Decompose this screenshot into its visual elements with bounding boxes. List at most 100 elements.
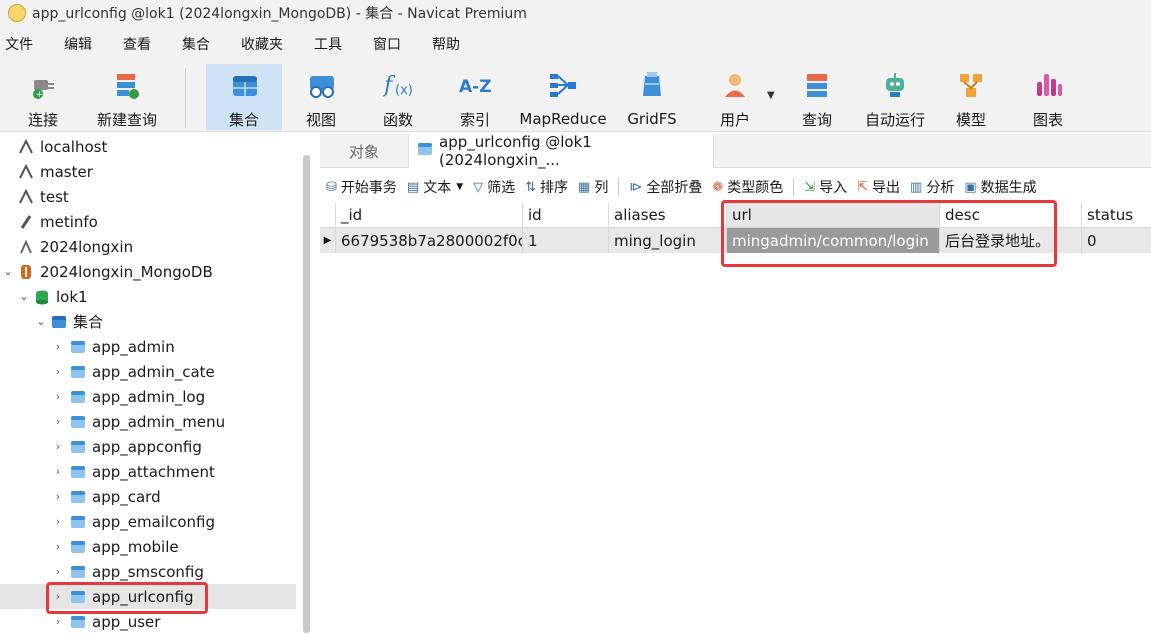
columns-button[interactable]: ▦ 列 (578, 177, 608, 197)
tab-app-urlconfig[interactable]: app_urlconfig @lok1 (2024longxin_... (408, 133, 714, 169)
view-button[interactable]: 视图 (296, 64, 346, 130)
model-icon (955, 68, 987, 101)
tree-item-collections[interactable]: ⌄ 集合 (0, 309, 296, 334)
mapreduce-icon (547, 68, 579, 102)
collection-table-icon (70, 514, 86, 530)
column-header-url[interactable]: url (727, 203, 940, 228)
query-button[interactable]: 查询 (792, 64, 842, 130)
database-icon (34, 289, 50, 305)
tree-item-2024longxin-mongodb[interactable]: ⌄ 2024longxin_MongoDB (0, 259, 296, 284)
chart-icon (1032, 68, 1064, 101)
chevron-right-icon[interactable]: › (52, 515, 64, 528)
sort-button[interactable]: ⇅ 排序 (525, 177, 568, 197)
chevron-right-icon[interactable]: › (52, 365, 64, 378)
collection-button[interactable]: 集合 (206, 64, 282, 130)
tree-item-test[interactable]: test (0, 184, 296, 209)
menu-help[interactable]: 帮助 (432, 34, 460, 54)
tree-item-collection[interactable]: › app_emailconfig (0, 509, 296, 534)
function-button[interactable]: f (x) 函数 (373, 64, 423, 130)
chevron-right-icon[interactable]: › (52, 540, 64, 553)
menu-collection[interactable]: 集合 (182, 34, 210, 54)
new-query-button[interactable]: 新建查询 (92, 64, 162, 130)
chevron-down-icon[interactable]: ⌄ (2, 265, 14, 278)
tree-item-localhost[interactable]: localhost (0, 134, 296, 159)
automation-button[interactable]: 自动运行 (860, 64, 930, 130)
data-generation-button[interactable]: ▣ 数据生成 (964, 177, 1036, 197)
menu-window[interactable]: 窗口 (373, 34, 401, 54)
menu-tools[interactable]: 工具 (314, 34, 342, 54)
color-circles-icon: ❁ (712, 179, 724, 195)
collapse-all-button[interactable]: ⧐ 全部折叠 (629, 177, 702, 197)
cell-status[interactable]: 0 (1082, 228, 1151, 253)
column-header-desc[interactable]: desc (940, 203, 1082, 228)
svg-text:A-Z: A-Z (459, 77, 491, 97)
tree-item-collection[interactable]: › app_user (0, 609, 296, 634)
document-icon: ▤ (406, 179, 420, 195)
begin-transaction-button[interactable]: ⛁ 开始事务 (326, 177, 397, 197)
column-header-aliases[interactable]: aliases (609, 203, 727, 228)
filter-button[interactable]: ▽ 筛选 (473, 177, 515, 197)
chevron-down-icon[interactable]: ⌄ (18, 290, 30, 303)
tree-item-metinfo[interactable]: metinfo (0, 209, 296, 234)
user-dropdown-arrow-icon[interactable]: ▼ (767, 90, 775, 101)
chevron-right-icon[interactable]: › (52, 590, 64, 603)
column-header-id[interactable]: id (523, 203, 609, 228)
chevron-down-icon[interactable]: ⌄ (35, 315, 47, 328)
chevron-right-icon[interactable]: › (52, 340, 64, 353)
tab-objects[interactable]: 对象 (320, 134, 408, 168)
user-icon (719, 68, 751, 101)
chevron-right-icon[interactable]: › (52, 490, 64, 503)
tree-item-collection[interactable]: › app_mobile (0, 534, 296, 559)
menu-edit[interactable]: 编辑 (64, 34, 92, 54)
tree-item-app-urlconfig[interactable]: › app_urlconfig (0, 584, 296, 609)
menu-file[interactable]: 文件 (5, 34, 33, 54)
cell-url[interactable]: mingadmin/common/login (727, 228, 940, 253)
column-header-id-object[interactable]: _id (336, 203, 523, 228)
chart-button[interactable]: 图表 (1023, 64, 1073, 130)
tree-item-collection[interactable]: › app_attachment (0, 459, 296, 484)
tree-item-collection[interactable]: › app_card (0, 484, 296, 509)
index-button[interactable]: A-Z 索引 (450, 64, 500, 130)
cell-id-object[interactable]: 6679538b7a2800002f0c (336, 228, 523, 253)
tree-item-collection[interactable]: › app_smsconfig (0, 559, 296, 584)
chevron-right-icon[interactable]: › (52, 440, 64, 453)
cell-id[interactable]: 1 (523, 228, 609, 253)
mapreduce-button[interactable]: MapReduce (517, 64, 609, 130)
tree-item-collection[interactable]: › app_appconfig (0, 434, 296, 459)
analyze-button[interactable]: ▥ 分析 (910, 177, 954, 197)
menu-view[interactable]: 查看 (123, 34, 151, 54)
bar-chart-icon: ▥ (910, 179, 923, 195)
dropdown-arrow-icon[interactable]: ▼ (456, 182, 463, 192)
tree-item-collection[interactable]: › app_admin_log (0, 384, 296, 409)
connect-button[interactable]: + 连接 (18, 64, 68, 130)
text-view-button[interactable]: ▤ 文本 ▼ (407, 177, 463, 197)
tree-item-collection[interactable]: › app_admin_cate (0, 359, 296, 384)
sidebar-scrollbar[interactable] (303, 155, 310, 633)
cell-aliases[interactable]: ming_login (609, 228, 727, 253)
tree-item-lok1[interactable]: ⌄ lok1 (0, 284, 296, 309)
type-color-button[interactable]: ❁ 类型颜色 (712, 177, 783, 197)
tree-item-master[interactable]: master (0, 159, 296, 184)
chevron-right-icon[interactable]: › (52, 415, 64, 428)
chevron-right-icon[interactable]: › (52, 465, 64, 478)
export-button[interactable]: ⇱ 导出 (857, 177, 900, 197)
menu-favorites[interactable]: 收藏夹 (241, 34, 283, 54)
model-button[interactable]: 模型 (946, 64, 996, 130)
import-button[interactable]: ⇲ 导入 (804, 177, 847, 197)
chevron-right-icon[interactable]: › (52, 565, 64, 578)
cell-desc[interactable]: 后台登录地址。 (940, 228, 1082, 253)
column-header-status[interactable]: status (1082, 203, 1151, 228)
columns-icon: ▦ (578, 179, 591, 195)
collection-table-icon (70, 339, 86, 355)
title-bar: app_urlconfig @lok1 (2024longxin_MongoDB… (0, 0, 1151, 26)
gridfs-button[interactable]: GridFS (624, 64, 680, 130)
tree-item-collection[interactable]: › app_admin_menu (0, 409, 296, 434)
plug-icon: + (27, 68, 59, 101)
tree-item-2024longxin[interactable]: 2024longxin (0, 234, 296, 259)
table-row[interactable]: ▶ 6679538b7a2800002f0c 1 ming_login ming… (320, 228, 1151, 253)
chevron-right-icon[interactable]: › (52, 390, 64, 403)
collection-table-icon (70, 614, 86, 630)
tree-item-collection[interactable]: › app_admin (0, 334, 296, 359)
user-button[interactable]: 用户 (710, 64, 760, 130)
chevron-right-icon[interactable]: › (52, 615, 64, 628)
